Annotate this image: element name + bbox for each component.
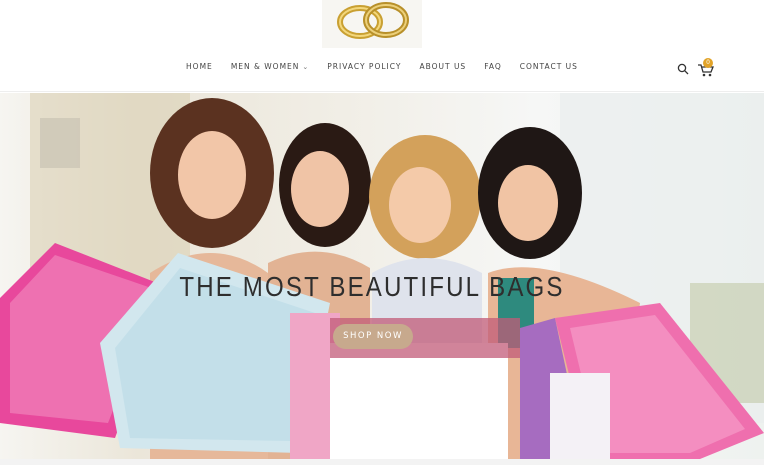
nav-contact-us-label: CONTACT US (519, 62, 578, 71)
bottom-strip (0, 459, 764, 465)
site-header: HOME MEN & WOMEN ⌄ PRIVACY POLICY ABOUT U… (0, 0, 764, 92)
main-nav: HOME MEN & WOMEN ⌄ PRIVACY POLICY ABOUT U… (0, 62, 764, 71)
nav-contact-us[interactable]: CONTACT US (520, 62, 578, 71)
nav-about-us[interactable]: ABOUT US (419, 62, 466, 71)
nav-home[interactable]: HOME (186, 62, 213, 71)
hero-title: THE MOST BEAUTIFUL BAGS (179, 271, 565, 302)
nav-home-label: HOME (186, 62, 213, 71)
nav-men-women[interactable]: MEN & WOMEN ⌄ (231, 62, 309, 71)
shop-now-button[interactable]: SHOP NOW (333, 324, 413, 349)
hero-banner: THE MOST BEAUTIFUL BAGS SHOP NOW (0, 93, 764, 459)
wedding-rings-logo[interactable] (322, 0, 422, 48)
search-icon[interactable] (677, 63, 689, 75)
nav-privacy-policy[interactable]: PRIVACY POLICY (327, 62, 401, 71)
cart-count-badge: 0 (703, 58, 713, 68)
nav-privacy-policy-label: PRIVACY POLICY (327, 62, 402, 71)
nav-faq[interactable]: FAQ (484, 62, 502, 71)
nav-men-women-label: MEN & WOMEN (230, 62, 300, 71)
nav-faq-label: FAQ (484, 62, 502, 71)
nav-about-us-label: ABOUT US (419, 62, 467, 71)
chevron-down-icon: ⌄ (302, 62, 310, 71)
